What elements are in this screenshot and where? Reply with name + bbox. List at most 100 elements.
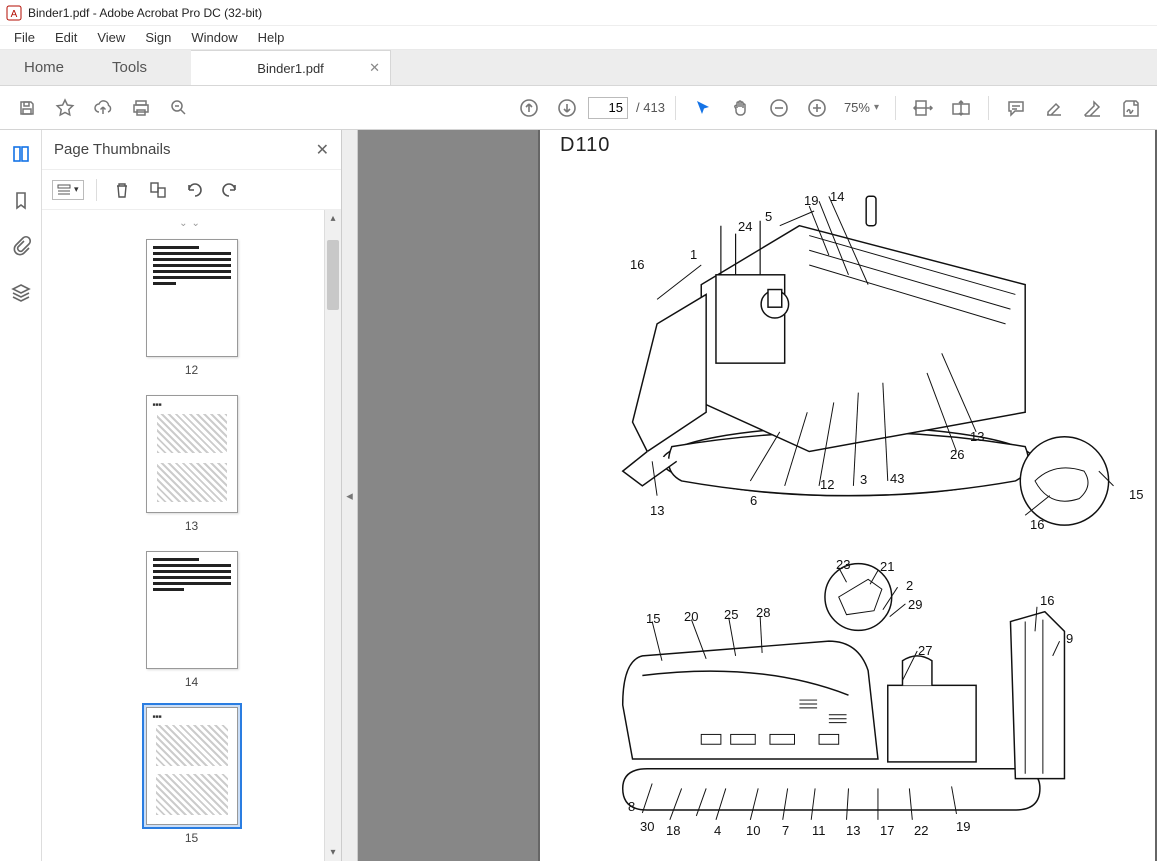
thumbnail-page-13[interactable]: ■■■ 13 xyxy=(42,395,341,533)
callout: 4 xyxy=(714,823,721,838)
callout: 6 xyxy=(750,493,757,508)
star-icon[interactable] xyxy=(48,91,82,125)
thumbnail-label: 14 xyxy=(185,675,198,689)
page-total-label: / 413 xyxy=(636,100,665,115)
print-icon[interactable] xyxy=(124,91,158,125)
callout: 2 xyxy=(906,578,913,593)
selection-tool-icon[interactable] xyxy=(686,91,720,125)
main-toolbar: / 413 75% ▾ xyxy=(0,86,1157,130)
tab-home[interactable]: Home xyxy=(0,50,88,85)
thumbnail-page-14[interactable]: 14 xyxy=(42,551,341,689)
thumbnails-toolbar: ▾ xyxy=(42,170,341,210)
thumbnails-options-dropdown[interactable]: ▾ xyxy=(52,180,84,200)
callout: 27 xyxy=(918,643,932,658)
tab-document[interactable]: Binder1.pdf ✕ xyxy=(191,50,391,85)
zoom-dropdown[interactable]: 75% ▾ xyxy=(838,96,885,119)
tab-row: Home Tools Binder1.pdf ✕ xyxy=(0,50,1157,86)
callout: 43 xyxy=(890,471,904,486)
callout: 29 xyxy=(908,597,922,612)
tab-document-label: Binder1.pdf xyxy=(257,61,324,76)
callout: 14 xyxy=(830,189,844,204)
comment-icon[interactable] xyxy=(999,91,1033,125)
thumbnails-title: Page Thumbnails xyxy=(54,141,170,158)
close-tab-icon[interactable]: ✕ xyxy=(369,60,380,76)
page-down-icon[interactable] xyxy=(550,91,584,125)
callout: 18 xyxy=(666,823,680,838)
callout: 13 xyxy=(650,503,664,518)
zoom-in-icon[interactable] xyxy=(800,91,834,125)
thumbnail-page-15[interactable]: ■■■ 15 xyxy=(42,707,341,845)
diagram-bottom: 2 4 7 8 9 10 11 13 15 16 17 18 19 20 21 … xyxy=(554,543,1143,843)
attachments-nav-icon[interactable] xyxy=(7,232,35,260)
menu-view[interactable]: View xyxy=(87,28,135,47)
document-viewport[interactable]: D110 xyxy=(358,130,1157,861)
svg-text:A: A xyxy=(11,9,18,20)
fit-width-icon[interactable] xyxy=(906,91,940,125)
insert-page-icon[interactable] xyxy=(145,177,171,203)
cloud-upload-icon[interactable] xyxy=(86,91,120,125)
menu-sign[interactable]: Sign xyxy=(135,28,181,47)
callout: 25 xyxy=(724,607,738,622)
diagram-top: 1 3 5 6 12 13 13 14 15 16 16 19 24 26 43 xyxy=(554,157,1143,537)
callout: 7 xyxy=(782,823,789,838)
page-number-input[interactable] xyxy=(588,97,628,119)
rotate-cw-icon[interactable] xyxy=(217,177,243,203)
page-up-icon[interactable] xyxy=(512,91,546,125)
callout: 11 xyxy=(812,823,826,838)
callout: 13 xyxy=(970,429,984,444)
window-titlebar: A Binder1.pdf - Adobe Acrobat Pro DC (32… xyxy=(0,0,1157,26)
bookmarks-nav-icon[interactable] xyxy=(7,186,35,214)
callout: 17 xyxy=(880,823,894,838)
save-icon[interactable] xyxy=(10,91,44,125)
side-nav-strip xyxy=(0,130,42,861)
delete-page-icon[interactable] xyxy=(109,177,135,203)
rotate-ccw-icon[interactable] xyxy=(181,177,207,203)
fit-page-icon[interactable] xyxy=(944,91,978,125)
callout: 16 xyxy=(1030,517,1044,532)
zoom-out-icon[interactable] xyxy=(762,91,796,125)
main-area: Page Thumbnails ✕ ▾ ⌄⌄ 12 ■■■ 13 xyxy=(0,130,1157,861)
callout: 20 xyxy=(684,609,698,624)
thumbnails-panel: Page Thumbnails ✕ ▾ ⌄⌄ 12 ■■■ 13 xyxy=(42,130,342,861)
thumbnail-page-12[interactable]: 12 xyxy=(42,239,341,377)
callout: 19 xyxy=(956,819,970,834)
thumbnail-label: 15 xyxy=(185,831,198,845)
thumbnails-header: Page Thumbnails ✕ xyxy=(42,130,341,170)
callout: 3 xyxy=(860,472,867,487)
document-page: D110 xyxy=(538,130,1157,861)
thumbnail-label: 12 xyxy=(185,363,198,377)
close-panel-icon[interactable]: ✕ xyxy=(316,140,329,160)
callout: 9 xyxy=(1066,631,1073,646)
callout: 10 xyxy=(746,823,760,838)
callout: 13 xyxy=(846,823,860,838)
eraser-icon[interactable] xyxy=(1075,91,1109,125)
callout: 12 xyxy=(820,477,834,492)
window-title: Binder1.pdf - Adobe Acrobat Pro DC (32-b… xyxy=(28,6,262,20)
thumbnails-scrollbar[interactable]: ▴ ▾ xyxy=(324,210,341,861)
thumbnails-nav-icon[interactable] xyxy=(7,140,35,168)
callout: 30 xyxy=(640,819,654,834)
callout: 15 xyxy=(1129,487,1143,502)
callout: 16 xyxy=(1040,593,1054,608)
sign-icon[interactable] xyxy=(1113,91,1147,125)
hand-tool-icon[interactable] xyxy=(724,91,758,125)
highlight-icon[interactable] xyxy=(1037,91,1071,125)
thumbnail-label: 13 xyxy=(185,519,198,533)
callout: 23 xyxy=(836,557,850,572)
callout: 8 xyxy=(628,799,635,814)
chevron-down-icon: ▾ xyxy=(874,102,879,113)
find-icon[interactable] xyxy=(162,91,196,125)
menu-edit[interactable]: Edit xyxy=(45,28,87,47)
menu-file[interactable]: File xyxy=(4,28,45,47)
menu-window[interactable]: Window xyxy=(181,28,247,47)
tab-tools[interactable]: Tools xyxy=(88,50,171,85)
callout: 16 xyxy=(630,257,644,272)
callout: 15 xyxy=(646,611,660,626)
menu-help[interactable]: Help xyxy=(248,28,295,47)
layers-nav-icon[interactable] xyxy=(7,278,35,306)
callout: 1 xyxy=(690,247,697,262)
thumbnails-list[interactable]: ⌄⌄ 12 ■■■ 13 14 ■■■ 15 ▴ xyxy=(42,210,341,861)
app-icon: A xyxy=(6,5,22,21)
panel-collapse-handle[interactable]: ◂ xyxy=(342,130,358,861)
zoom-value: 75% xyxy=(844,100,870,115)
